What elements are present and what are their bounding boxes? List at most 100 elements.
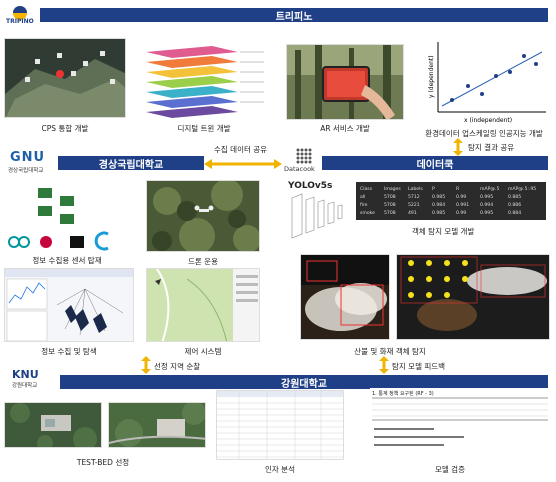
fire-smoke-graphic-1 bbox=[301, 255, 389, 339]
share-data-label: 수집 데이터 공유 bbox=[214, 145, 268, 154]
fire-detect-caption: 산불 및 화재 객체 탐지 bbox=[354, 347, 426, 356]
sensor-boards-graphic bbox=[8, 188, 109, 251]
yolo-table-header-cell: Class bbox=[360, 186, 373, 192]
digital-twin-layers-graphic bbox=[146, 46, 264, 118]
yolo-table-cell: 0.985 bbox=[432, 194, 445, 200]
select-area-label: 선정 지역 순찰 bbox=[154, 362, 201, 371]
factor-analysis-image bbox=[216, 390, 344, 460]
yolo-table-header-cell: P bbox=[432, 186, 435, 192]
share-data-arrow bbox=[204, 159, 282, 169]
yolo-table-cell: 491 bbox=[408, 210, 417, 216]
testbed-aerial-graphic-1 bbox=[5, 403, 101, 447]
model-validation-caption: 모델 검증 bbox=[435, 465, 465, 474]
regression-chart-graphic: y (dependent) x (independent) bbox=[428, 42, 546, 124]
sensor-image bbox=[4, 184, 130, 252]
regression-y-label: y (dependent) bbox=[428, 55, 435, 98]
yolo-table-cell: 0.995 bbox=[480, 194, 493, 200]
ar-forest-graphic bbox=[287, 45, 403, 119]
tripino-banner-label: 트리피노 bbox=[275, 11, 313, 23]
factor-table-graphic bbox=[217, 391, 343, 459]
yolo-table-cell: 5708 bbox=[384, 202, 396, 208]
yolo-table-header-cell: mAP@.5 bbox=[480, 186, 499, 192]
yolo-table-cell: 5708 bbox=[384, 194, 396, 200]
regression-x-label: x (independent) bbox=[464, 117, 512, 124]
gnu-logo-sub: 경상국립대학교 bbox=[8, 168, 44, 174]
drone-forest-graphic bbox=[147, 181, 259, 251]
fire-detect-image-2 bbox=[396, 254, 550, 340]
share-result-label: 탐지 결과 공유 bbox=[468, 143, 515, 152]
yolo-table-cell: 0.886 bbox=[508, 202, 521, 208]
testbed-caption: TEST-BED 선정 bbox=[76, 458, 130, 467]
knu-banner-label: 강원대학교 bbox=[281, 378, 327, 390]
detect-model-caption: 객체 탐지 모델 개발 bbox=[412, 226, 474, 236]
testbed-aerial-graphic-2 bbox=[109, 403, 205, 447]
control-map-graphic bbox=[147, 269, 259, 341]
regression-caption: 환경데이터 업스케일링 인공지능 개발 bbox=[425, 129, 543, 138]
yolo-table-cell: 0.985 bbox=[432, 210, 445, 216]
yolo-table-cell: 0.99 bbox=[456, 210, 466, 216]
knu-logo-sub: 강원대학교 bbox=[12, 383, 38, 389]
yolo-table-header-cell: Images bbox=[384, 186, 401, 192]
feedback-arrow bbox=[379, 356, 389, 374]
select-area-arrow bbox=[141, 356, 151, 374]
yolo-table-cell: 0.991 bbox=[456, 202, 469, 208]
ar-caption: AR 서비스 개발 bbox=[320, 124, 370, 133]
share-result-arrow bbox=[453, 138, 463, 156]
drone-image bbox=[146, 180, 260, 252]
control-system-caption: 제어 시스템 bbox=[184, 347, 222, 356]
yolo-table-cell: fire bbox=[360, 202, 368, 208]
yolo-table-cell: 0.994 bbox=[480, 202, 493, 208]
datacook-banner-label: 데이터쿡 bbox=[416, 159, 454, 171]
digital-twin-caption: 디지털 트윈 개발 bbox=[177, 124, 231, 133]
tripino-banner: 트리피노 bbox=[40, 8, 548, 23]
drone-caption: 드론 운용 bbox=[188, 257, 218, 266]
datacook-banner: 데이터쿡 bbox=[322, 156, 548, 171]
regression-image: y (dependent) x (independent) bbox=[424, 36, 550, 124]
factor-analysis-caption: 인자 분석 bbox=[265, 465, 295, 474]
yolo-table-header-cell: Labels bbox=[408, 186, 423, 192]
cps-terrain-graphic bbox=[5, 39, 125, 117]
yolo-table-cell: 5221 bbox=[408, 202, 420, 208]
gnu-banner: 경상국립대학교 bbox=[58, 156, 204, 171]
yolo-architecture-image: YOLOv5s Class Images Labels P RmAP@.5 mAP@.5:… bbox=[286, 178, 550, 244]
testbed-image-2 bbox=[108, 402, 206, 448]
gnu-logo: GNU 경상국립대학교 bbox=[6, 150, 58, 176]
yolo-title: YOLOv5s bbox=[287, 181, 332, 191]
datacook-logo-text: Datacook bbox=[284, 165, 315, 173]
info-collection-graphic bbox=[5, 269, 133, 341]
digital-twin-image bbox=[142, 42, 266, 118]
control-system-image bbox=[146, 268, 260, 342]
tripino-logo: TRIPINO bbox=[6, 4, 42, 26]
datacook-logo-icon bbox=[296, 148, 312, 164]
yolo-table-cell: 0.885 bbox=[508, 194, 521, 200]
yolo-table-cell: 5712 bbox=[408, 194, 420, 200]
validation-table-title: 1. 통계 정책 요구된 (RF - 3) bbox=[372, 390, 434, 397]
gnu-logo-text: GNU bbox=[10, 150, 46, 165]
sensor-caption: 정보 수집용 센서 탑재 bbox=[32, 256, 102, 265]
cps-caption: CPS 통합 개발 bbox=[41, 124, 89, 133]
feedback-label: 탐지 모델 피드백 bbox=[392, 362, 446, 371]
testbed-image-1 bbox=[4, 402, 102, 448]
yolo-table-header-cell: mAP@.5:.95 bbox=[508, 186, 536, 192]
knu-logo: KNU 강원대학교 bbox=[12, 368, 58, 392]
yolo-table-cell: all bbox=[360, 194, 365, 200]
model-validation-graphic: 1. 통계 정책 요구된 (RF - 3) bbox=[372, 390, 548, 446]
gnu-banner-label: 경상국립대학교 bbox=[98, 159, 164, 171]
yolo-architecture-graphic: YOLOv5s Class Images Labels P RmAP@.5 mAP@.5:… bbox=[287, 181, 546, 239]
knu-logo-text: KNU bbox=[12, 368, 39, 381]
yolo-table-cell: 0.995 bbox=[480, 210, 493, 216]
yolo-table-cell: 0.984 bbox=[432, 202, 445, 208]
tripino-logo-text: TRIPINO bbox=[6, 18, 34, 25]
fire-detect-image-1 bbox=[300, 254, 390, 340]
yolo-table-cell: 0.884 bbox=[508, 210, 521, 216]
yolo-table-cell: 5708 bbox=[384, 210, 396, 216]
cps-image bbox=[4, 38, 126, 118]
yolo-table-cell: 0.99 bbox=[456, 194, 466, 200]
info-collection-caption: 정보 수집 및 탐색 bbox=[41, 347, 97, 356]
info-collection-image bbox=[4, 268, 134, 342]
knu-banner: 강원대학교 bbox=[60, 375, 548, 390]
yolo-table-cell: smoke bbox=[360, 210, 375, 216]
ar-image bbox=[286, 44, 404, 120]
datacook-logo: Datacook bbox=[284, 146, 324, 174]
model-validation-image: 1. 통계 정책 요구된 (RF - 3) bbox=[370, 388, 550, 458]
